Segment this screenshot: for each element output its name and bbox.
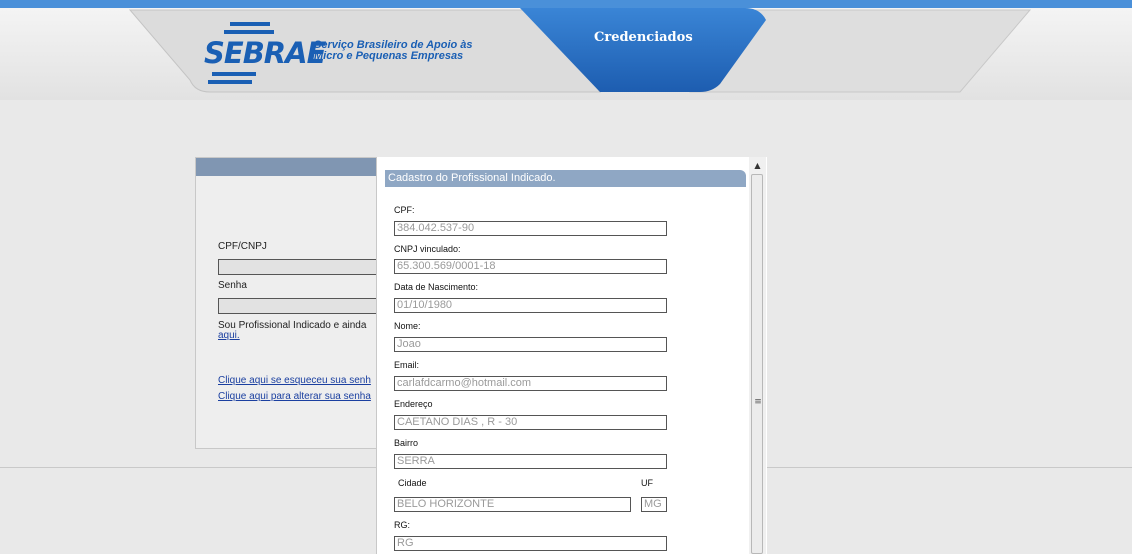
nome-label: Nome: (394, 321, 421, 331)
modal-scrollbar[interactable]: ▲ ≡ (749, 157, 766, 554)
bairro-field[interactable]: SERRA (394, 454, 667, 469)
rg-field[interactable]: RG (394, 536, 667, 551)
nascimento-field[interactable]: 01/10/1980 (394, 298, 667, 313)
cnpj-field[interactable]: 65.300.569/0001-18 (394, 259, 667, 274)
cpf-cnpj-input[interactable] (218, 259, 390, 275)
forgot-password-link[interactable]: Clique aqui se esqueceu sua senh (218, 375, 371, 386)
change-password-link[interactable]: Clique aqui para alterar sua senha (218, 391, 371, 402)
nascimento-label: Data de Nascimento: (394, 282, 479, 292)
senha-label: Senha (218, 280, 247, 291)
sebrae-logo[interactable]: SEBRAE Serviço Brasileiro de Apoio às Mi… (204, 22, 504, 92)
logo-stripe (208, 80, 252, 84)
rg-label: RG: (394, 520, 411, 530)
cpf-label: CPF: (394, 205, 415, 215)
indicado-text: Sou Profissional Indicado e ainda (218, 320, 367, 331)
site-header: SEBRAE Serviço Brasileiro de Apoio às Mi… (0, 0, 1132, 100)
email-label: Email: (394, 360, 420, 370)
cidade-label: Cidade (398, 478, 427, 488)
logo-stripe (224, 30, 274, 34)
logo-stripe (230, 22, 270, 26)
logo-tagline-line-2: Micro e Pequenas Empresas (314, 50, 464, 62)
endereco-label: Endereço (394, 399, 433, 409)
header-background (0, 0, 1132, 100)
tab-credenciados[interactable]: Credenciados (594, 30, 693, 45)
logo-tagline: Serviço Brasileiro de Apoio às Micro e P… (314, 40, 473, 62)
uf-field[interactable]: MG (641, 497, 667, 512)
endereco-field[interactable]: CAETANO DIAS , R - 30 (394, 415, 667, 430)
logo-stripe (212, 72, 256, 76)
aqui-link[interactable]: aqui. (218, 330, 240, 341)
nome-field[interactable]: Joao (394, 337, 667, 352)
scroll-thumb[interactable]: ≡ (751, 174, 763, 554)
cpf-field[interactable]: 384.042.537-90 (394, 221, 667, 236)
email-field[interactable]: carlafdcarmo@hotmail.com (394, 376, 667, 391)
scroll-grip-icon: ≡ (754, 397, 762, 407)
logo-wordmark: SEBRAE (204, 36, 326, 70)
cpf-cnpj-label: CPF/CNPJ (218, 241, 267, 252)
cadastro-modal: Cadastro do Profissional Indicado. CPF: … (376, 157, 767, 554)
modal-title: Cadastro do Profissional Indicado. (385, 170, 746, 187)
senha-input[interactable] (218, 298, 390, 314)
cnpj-label: CNPJ vinculado: (394, 244, 461, 254)
uf-label: UF (641, 478, 653, 488)
scroll-up-arrow-icon[interactable]: ▲ (749, 157, 766, 174)
bairro-label: Bairro (394, 438, 419, 448)
cidade-field[interactable]: BELO HORIZONTE (394, 497, 631, 512)
